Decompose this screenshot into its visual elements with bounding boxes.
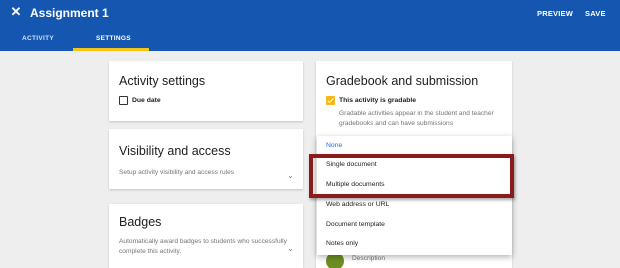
gradable-checkbox[interactable] — [326, 96, 335, 105]
tab-activity[interactable]: ACTIVITY — [22, 35, 54, 42]
badges-description: Automatically award badges to students w… — [119, 238, 287, 255]
highlight-annotation-box — [309, 154, 514, 198]
gradable-label: This activity is gradable — [339, 97, 417, 104]
due-date-label: Due date — [132, 97, 161, 104]
badges-title: Badges — [119, 215, 162, 229]
active-tab-indicator — [73, 48, 149, 51]
close-icon[interactable]: ✕ — [9, 5, 23, 19]
visibility-title: Visibility and access — [119, 144, 231, 158]
tab-settings[interactable]: SETTINGS — [96, 35, 131, 42]
menu-item-none[interactable]: None — [326, 142, 342, 149]
badges-card[interactable]: Badges Automatically award badges to stu… — [109, 204, 303, 268]
chevron-down-icon[interactable]: ⌄ — [286, 244, 295, 253]
visibility-access-card[interactable]: Visibility and access Setup activity vis… — [109, 129, 303, 189]
preview-button[interactable]: PREVIEW — [537, 9, 573, 18]
tab-bar: ACTIVITY SETTINGS — [0, 27, 620, 51]
gradebook-title: Gradebook and submission — [326, 74, 479, 88]
due-date-checkbox[interactable] — [119, 96, 128, 105]
page-title: Assignment 1 — [30, 6, 109, 20]
menu-item-document-template[interactable]: Document template — [326, 221, 385, 228]
visibility-description: Setup activity visibility and access rul… — [119, 169, 235, 176]
save-button[interactable]: SAVE — [585, 9, 606, 18]
activity-settings-title: Activity settings — [119, 74, 206, 88]
gradable-description: Gradable activities appear in the studen… — [339, 110, 494, 127]
menu-item-web-address[interactable]: Web address or URL — [326, 201, 389, 208]
description-label: Description — [352, 255, 385, 262]
menu-item-notes-only[interactable]: Notes only — [326, 240, 358, 247]
top-app-bar: ✕ Assignment 1 PREVIEW SAVE — [0, 0, 620, 27]
activity-settings-card: Activity settings Due date — [109, 61, 303, 121]
chevron-down-icon[interactable]: ⌄ — [286, 171, 295, 180]
